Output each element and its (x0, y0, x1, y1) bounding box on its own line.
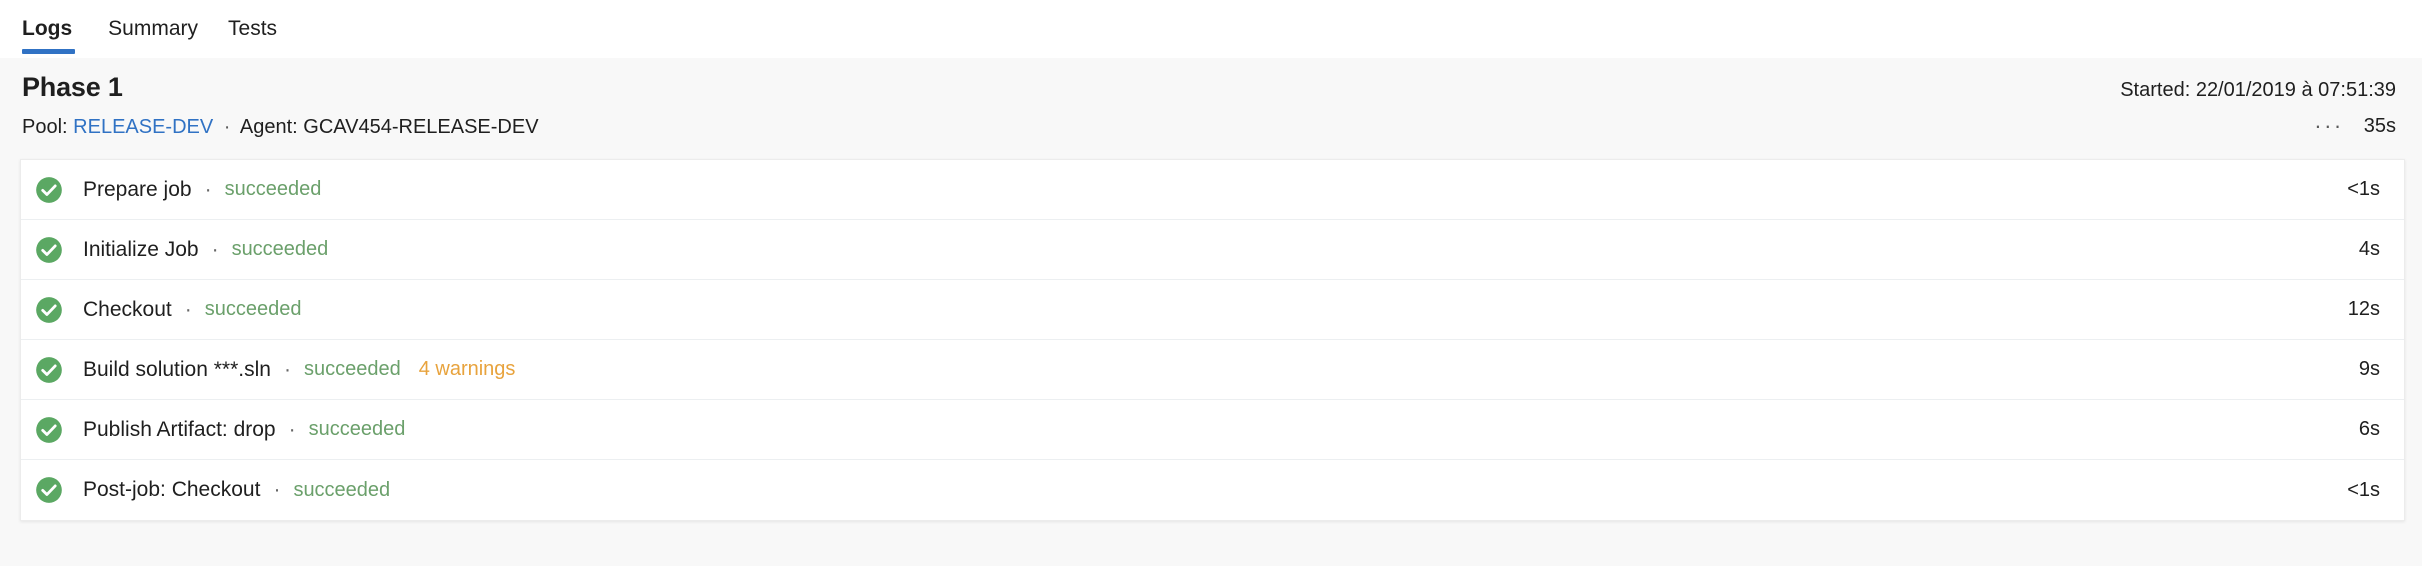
phase-total-duration: 35s (2363, 114, 2396, 137)
task-duration: 6s (2358, 418, 2380, 440)
table-row[interactable]: Initialize Job · succeeded 4s (21, 220, 2404, 280)
tab-logs-label: Logs (22, 17, 73, 40)
task-list: Prepare job · succeeded <1s Initialize J… (20, 159, 2405, 521)
tab-logs[interactable]: Logs (22, 0, 87, 58)
task-name: Checkout (83, 297, 172, 321)
more-actions-icon[interactable]: ··· (2312, 113, 2345, 139)
task-warning-count[interactable]: 4 warnings (419, 358, 516, 381)
page-title: Phase 1 (22, 72, 123, 102)
task-duration: 12s (2347, 298, 2380, 320)
phase-header-top: Phase 1 Started: 22/01/2019 à 07:51:39 (22, 72, 2396, 103)
success-check-icon (36, 416, 62, 443)
success-check-icon (36, 176, 62, 203)
table-row[interactable]: Publish Artifact: drop · succeeded 6s (21, 400, 2404, 460)
task-duration: <1s (2347, 478, 2380, 501)
task-separator: · (288, 417, 296, 441)
started-timestamp: Started: 22/01/2019 à 07:51:39 (2120, 79, 2396, 101)
phase-actions: ··· 35s (2312, 113, 2396, 139)
task-name: Prepare job (83, 177, 192, 201)
success-check-icon (36, 236, 62, 263)
pool-label: Pool: (22, 116, 68, 138)
task-duration: 4s (2358, 238, 2380, 260)
task-separator: · (184, 297, 192, 321)
task-name: Publish Artifact: drop (83, 417, 276, 441)
tab-tests[interactable]: Tests (213, 0, 292, 58)
task-status: succeeded (224, 178, 322, 200)
success-check-icon (36, 296, 62, 323)
task-status: succeeded (293, 478, 391, 501)
task-separator: · (283, 357, 291, 381)
meta-separator: · (223, 116, 231, 138)
task-name: Initialize Job (83, 237, 199, 261)
task-separator: · (273, 478, 281, 501)
success-check-icon (36, 477, 62, 503)
tab-summary[interactable]: Summary (93, 0, 213, 58)
table-row[interactable]: Build solution ***.sln · succeeded 4 war… (21, 340, 2404, 400)
task-duration: <1s (2347, 178, 2380, 200)
table-row[interactable]: Prepare job · succeeded <1s (21, 160, 2404, 220)
phase-header-bottom: Pool: RELEASE-DEV · Agent: GCAV454-RELEA… (22, 113, 2396, 139)
task-status: succeeded (303, 358, 401, 380)
task-status: succeeded (308, 418, 406, 440)
agent-label: Agent: GCAV454-RELEASE-DEV (239, 116, 539, 138)
task-separator: · (204, 177, 212, 201)
task-name: Build solution ***.sln (83, 357, 271, 381)
pool-link[interactable]: RELEASE-DEV (73, 116, 213, 138)
pool-agent-info: Pool: RELEASE-DEV · Agent: GCAV454-RELEA… (22, 116, 539, 139)
task-duration: 9s (2358, 358, 2380, 380)
success-check-icon (36, 356, 62, 383)
phase-header: Phase 1 Started: 22/01/2019 à 07:51:39 P… (0, 58, 2422, 151)
tab-tests-label: Tests (228, 17, 278, 40)
table-row[interactable]: Checkout · succeeded 12s (21, 280, 2404, 340)
tab-summary-label: Summary (108, 17, 199, 40)
task-status: succeeded (231, 238, 329, 260)
pipeline-tab-bar: Logs Summary Tests (0, 0, 2422, 58)
task-status: succeeded (204, 298, 302, 320)
table-row[interactable]: Post-job: Checkout · succeeded <1s (21, 460, 2404, 520)
task-separator: · (211, 237, 219, 261)
task-name: Post-job: Checkout (83, 478, 261, 501)
